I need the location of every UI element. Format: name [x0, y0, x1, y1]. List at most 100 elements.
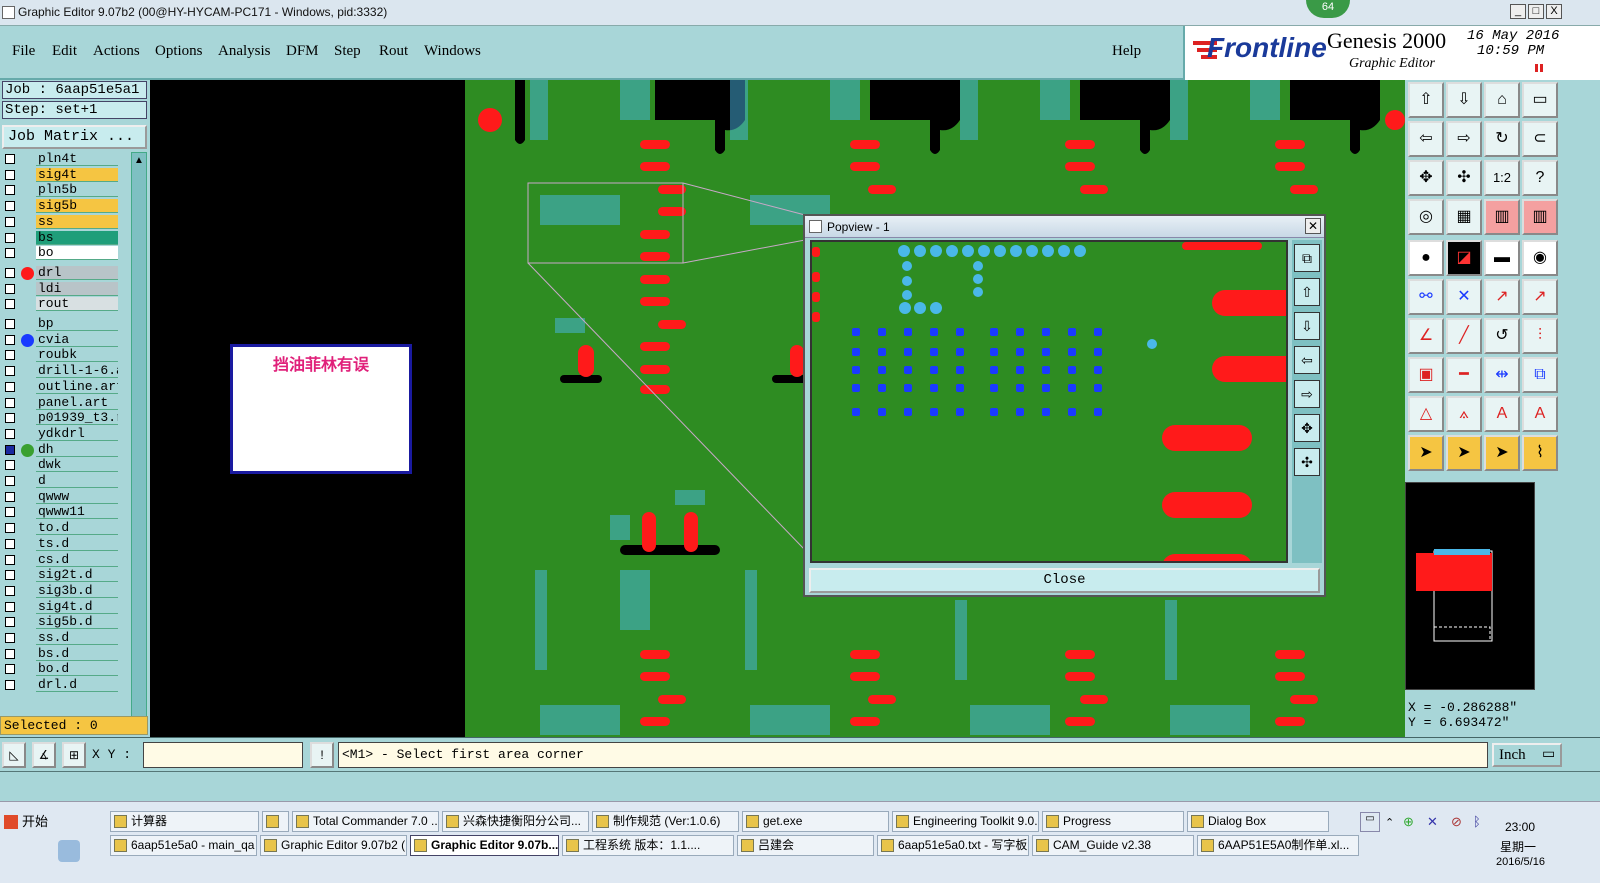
pop-zoom-fit-icon[interactable]: ⧉: [1294, 244, 1320, 272]
layer-row[interactable]: ss.d: [0, 631, 120, 646]
layer-row[interactable]: rout: [0, 297, 120, 312]
units-selector[interactable]: Inch ▭: [1492, 743, 1562, 767]
layer-name[interactable]: sig2t.d: [36, 568, 118, 583]
layer-name[interactable]: roubk: [36, 348, 118, 363]
layer-checkbox[interactable]: [5, 617, 15, 628]
zoom-in-icon[interactable]: ✥: [1408, 160, 1444, 196]
pop-zoom-out-icon[interactable]: ✣: [1294, 448, 1320, 476]
zoom-out-icon[interactable]: ✣: [1446, 160, 1482, 196]
taskbar-button[interactable]: 兴森快捷衡阳分公司...: [442, 811, 589, 832]
overview-map[interactable]: [1405, 482, 1535, 690]
triangle-line-icon[interactable]: A: [1484, 396, 1520, 432]
layer-name[interactable]: rout: [36, 297, 118, 312]
taskbar-button[interactable]: Graphic Editor 9.07b...: [410, 835, 559, 856]
layer-name[interactable]: cs.d: [36, 552, 118, 567]
layer-checkbox[interactable]: [5, 633, 15, 643]
layer-name[interactable]: bo: [36, 246, 118, 261]
layer-checkbox[interactable]: [5, 601, 15, 612]
layer-name[interactable]: d: [36, 474, 118, 488]
layer-checkbox[interactable]: [5, 664, 15, 675]
menu-help[interactable]: Help: [1112, 43, 1141, 60]
layer-row[interactable]: bo: [0, 246, 120, 261]
minimize-button[interactable]: _: [1510, 4, 1526, 19]
layer-row[interactable]: bo.d: [0, 662, 120, 677]
layer-name[interactable]: cvia: [36, 332, 118, 347]
menu-edit[interactable]: Edit: [52, 43, 77, 60]
layer-checkbox[interactable]: [5, 299, 15, 310]
layer-name[interactable]: to.d: [36, 521, 118, 536]
layer-name[interactable]: sig5b: [36, 199, 118, 214]
popview-canvas[interactable]: [810, 240, 1288, 563]
menu-actions[interactable]: Actions: [93, 43, 140, 60]
clock-time[interactable]: 23:00: [1505, 820, 1535, 834]
layer-name[interactable]: ldi: [36, 281, 118, 296]
layer-checkbox[interactable]: [5, 397, 15, 408]
tray-network-icon[interactable]: ⊕: [1403, 814, 1414, 830]
layer-row[interactable]: outline.art: [0, 379, 120, 395]
triangle-split-icon[interactable]: ⟑: [1446, 396, 1482, 432]
layer-checkbox[interactable]: [5, 232, 15, 243]
layer-row[interactable]: sig5b: [0, 199, 120, 214]
layer-scrollbar[interactable]: ▲ ▼: [131, 152, 147, 730]
layer-row[interactable]: dh: [0, 442, 120, 458]
layer-name[interactable]: drl: [36, 265, 118, 280]
taskbar-button[interactable]: Dialog Box: [1187, 811, 1329, 832]
layer-name[interactable]: drl.d: [36, 678, 118, 693]
layer-row[interactable]: to.d: [0, 521, 120, 536]
pan-up-icon[interactable]: ⇧: [1408, 82, 1444, 118]
layer-name[interactable]: bo.d: [36, 662, 118, 677]
angle-mode-icon[interactable]: ∡: [32, 742, 56, 768]
connect-icon[interactable]: ⚯: [1408, 279, 1444, 315]
add-line-icon[interactable]: ━: [1446, 357, 1482, 393]
cross-icon[interactable]: ✕: [1446, 279, 1482, 315]
menu-file[interactable]: File: [12, 43, 35, 60]
taskbar-button[interactable]: 6aap51e5a0 - main_qa: [110, 835, 257, 856]
layer-row[interactable]: sig4t: [0, 167, 120, 183]
layer-name[interactable]: sig3b.d: [36, 583, 118, 598]
line-mode-icon[interactable]: ◺: [2, 742, 26, 768]
move-pad-icon[interactable]: ↗: [1484, 279, 1520, 315]
layer-checkbox[interactable]: [5, 554, 15, 565]
layer-name[interactable]: ss: [36, 214, 118, 229]
select-pad-icon[interactable]: ●: [1408, 240, 1444, 276]
layer-checkbox[interactable]: [5, 169, 15, 180]
layer-row[interactable]: drill-1-6.ar: [0, 364, 120, 379]
pan-left-icon[interactable]: ⇦: [1408, 121, 1444, 157]
taskbar-button[interactable]: 计算器: [110, 811, 259, 832]
layer-checkbox[interactable]: [5, 648, 15, 659]
layer-row[interactable]: qwww: [0, 489, 120, 505]
layer-checkbox[interactable]: [5, 319, 15, 329]
xy-input[interactable]: [143, 742, 303, 768]
layer-name[interactable]: drill-1-6.ar: [36, 364, 118, 379]
tray-expand-icon[interactable]: ⌃: [1385, 816, 1394, 829]
tray-tool-icon[interactable]: ✕: [1427, 814, 1438, 830]
layer-name[interactable]: qwww11: [36, 505, 118, 520]
layer-checkbox[interactable]: [5, 413, 15, 424]
draw-fill-icon[interactable]: ⫶: [1522, 318, 1558, 354]
taskbar-button[interactable]: 6aap51e5a0.txt - 写字板: [877, 835, 1029, 856]
taskbar-button[interactable]: 制作规范 (Ver:1.0.6): [592, 811, 739, 832]
draw-line-icon[interactable]: ∠: [1408, 318, 1444, 354]
pan-down-icon[interactable]: ⇩: [1446, 82, 1482, 118]
layer-name[interactable]: ss.d: [36, 631, 118, 645]
layer-checkbox[interactable]: [5, 428, 15, 439]
layer-row[interactable]: ydkdrl: [0, 426, 120, 442]
pointer-icon[interactable]: ➤: [1408, 435, 1444, 471]
popview-close-button[interactable]: Close: [809, 568, 1320, 593]
tray-app-icon[interactable]: ⊘: [1451, 814, 1462, 830]
layer-name[interactable]: pln4t: [36, 152, 118, 166]
layer-checkbox[interactable]: [5, 523, 15, 534]
layer-checkbox[interactable]: [5, 201, 15, 212]
draw-diagonal-icon[interactable]: ╱: [1446, 318, 1482, 354]
popview-title-bar[interactable]: Popview - 1 ✕: [805, 216, 1324, 238]
layer-row[interactable]: qwww11: [0, 505, 120, 520]
layer-name[interactable]: panel.art: [36, 395, 118, 410]
layer-name[interactable]: ts.d: [36, 536, 118, 551]
scale-icon[interactable]: 1:2: [1484, 160, 1520, 196]
query-icon[interactable]: ?: [1522, 160, 1558, 196]
layer-row[interactable]: cvia: [0, 332, 120, 348]
layer-row[interactable]: bs: [0, 230, 120, 246]
menu-step[interactable]: Step: [334, 43, 361, 60]
menu-rout[interactable]: Rout: [379, 43, 408, 60]
layer-name[interactable]: sig4t.d: [36, 599, 118, 614]
